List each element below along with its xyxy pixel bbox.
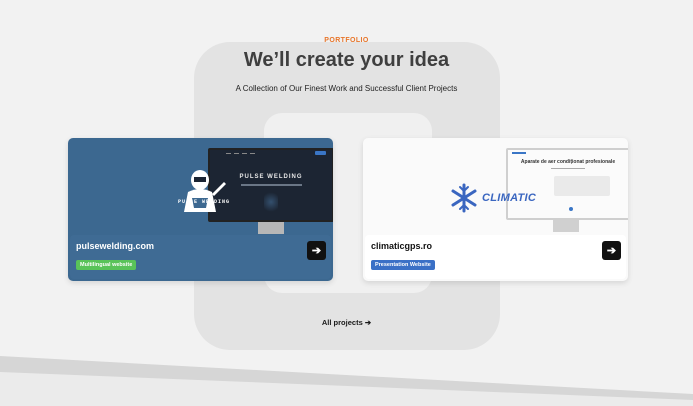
snowflake-icon (451, 183, 477, 213)
project-domain[interactable]: pulsewelding.com (76, 241, 154, 251)
project-type-badge: Multilingual website (76, 260, 137, 270)
screenshot-nav (210, 150, 332, 156)
project-type-badge: Presentation Website (371, 260, 435, 270)
arrow-right-icon: ➔ (606, 245, 617, 257)
section-subtitle: A Collection of Our Finest Work and Succ… (235, 84, 458, 93)
screenshot-logo-bar (512, 152, 526, 154)
pulse-logo-text: PULSE WELDING (178, 199, 231, 205)
section-title: We’ll create your idea (243, 49, 450, 71)
screenshot-cta (315, 151, 326, 155)
screenshot-subtitle-line (240, 184, 302, 186)
project-card-pulsewelding[interactable]: PULSE WELDING PULSE WELDING pulsewelding… (68, 138, 333, 281)
open-project-button[interactable]: ➔ (307, 241, 326, 260)
climatic-logo: CLIMATIC (449, 183, 536, 213)
screenshot-subtitle-line (551, 168, 585, 169)
project-info-panel: climaticgps.ro Presentation Website ➔ (365, 235, 626, 279)
open-project-button[interactable]: ➔ (602, 241, 621, 260)
project-card-climaticgps[interactable]: Aparate de aer condiționat profesionale … (363, 138, 628, 281)
all-projects-link[interactable]: All projects ➔ (0, 318, 693, 327)
section-eyebrow: PORTFOLIO (324, 37, 369, 44)
welder-mascot-icon (184, 170, 226, 212)
project-domain[interactable]: climaticgps.ro (371, 241, 432, 251)
monitor-stand (258, 222, 284, 234)
arrow-right-icon: ➔ (311, 245, 322, 257)
screenshot-product-image (554, 176, 610, 196)
monitor-stand (553, 220, 579, 232)
project-info-panel: pulsewelding.com Multilingual website ➔ (70, 235, 331, 279)
screenshot-title: Aparate de aer condiționat profesionale (520, 159, 616, 165)
screenshot-slider-dot (569, 207, 573, 211)
screenshot-glow (263, 190, 278, 214)
climatic-logo-text: CLIMATIC (482, 192, 537, 204)
